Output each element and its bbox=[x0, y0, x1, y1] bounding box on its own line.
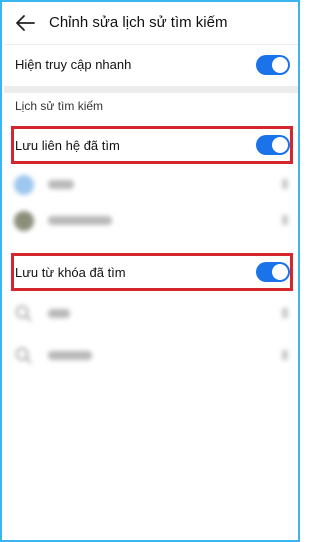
search-icon bbox=[15, 347, 32, 364]
contact-avatar-icon bbox=[14, 175, 34, 195]
chevron-right-icon bbox=[282, 308, 288, 318]
screen-frame: Chỉnh sửa lịch sử tìm kiếm Hiện truy cập… bbox=[0, 0, 300, 542]
save-contacts-label: Lưu liên hệ đã tìm bbox=[15, 138, 120, 153]
search-history-section-title: Lịch sử tìm kiếm bbox=[15, 99, 104, 113]
save-keywords-row[interactable]: Lưu từ khóa đã tìm bbox=[4, 253, 298, 291]
blurred-text bbox=[48, 180, 74, 189]
page-title: Chỉnh sửa lịch sử tìm kiếm bbox=[49, 14, 228, 31]
save-keywords-label: Lưu từ khóa đã tìm bbox=[15, 265, 126, 280]
save-contacts-row[interactable]: Lưu liên hệ đã tìm bbox=[4, 126, 298, 164]
blurred-text bbox=[48, 216, 112, 225]
save-keywords-toggle[interactable] bbox=[256, 262, 290, 282]
contact-avatar-icon bbox=[14, 211, 34, 231]
arrow-back-icon[interactable] bbox=[14, 12, 36, 34]
chevron-right-icon bbox=[282, 215, 288, 225]
toggle-knob bbox=[272, 137, 288, 153]
chevron-right-icon bbox=[282, 350, 288, 360]
blurred-text bbox=[48, 351, 92, 360]
search-icon bbox=[15, 305, 32, 322]
quick-access-row[interactable]: Hiện truy cập nhanh bbox=[4, 45, 298, 85]
header-bar: Chỉnh sửa lịch sử tìm kiếm bbox=[4, 4, 298, 45]
toggle-knob bbox=[272, 57, 288, 73]
section-divider bbox=[4, 86, 298, 93]
quick-access-label: Hiện truy cập nhanh bbox=[15, 57, 132, 72]
save-contacts-toggle[interactable] bbox=[256, 135, 290, 155]
toggle-knob bbox=[272, 264, 288, 280]
list-item[interactable] bbox=[4, 170, 298, 200]
blurred-text bbox=[48, 309, 70, 318]
quick-access-toggle[interactable] bbox=[256, 55, 290, 75]
chevron-right-icon bbox=[282, 179, 288, 189]
list-item[interactable] bbox=[4, 206, 298, 236]
list-item[interactable] bbox=[4, 341, 298, 371]
list-item[interactable] bbox=[4, 299, 298, 329]
